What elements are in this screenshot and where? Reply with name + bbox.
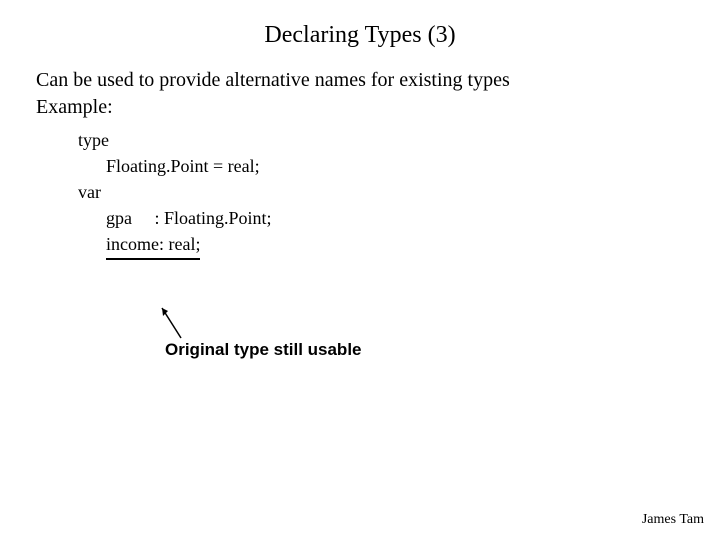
footer-author: James Tam	[642, 512, 704, 528]
code-line-income: income: real;	[78, 231, 720, 260]
code-line-type: type	[78, 127, 720, 153]
code-line-var: var	[78, 179, 720, 205]
annotation-label: Original type still usable	[165, 340, 362, 360]
arrow-icon	[153, 302, 193, 342]
slide-title: Declaring Types (3)	[0, 0, 720, 67]
code-line-alias: Floating.Point = real;	[78, 153, 720, 179]
underlined-income: income: real;	[106, 231, 200, 260]
slide: Declaring Types (3) Can be used to provi…	[0, 0, 720, 540]
code-line-gpa: gpa : Floating.Point;	[78, 205, 720, 231]
body-line-1: Can be used to provide alternative names…	[36, 67, 690, 94]
body-text: Can be used to provide alternative names…	[36, 67, 690, 121]
code-block: type Floating.Point = real; var gpa : Fl…	[78, 127, 720, 260]
body-line-2: Example:	[36, 94, 690, 121]
